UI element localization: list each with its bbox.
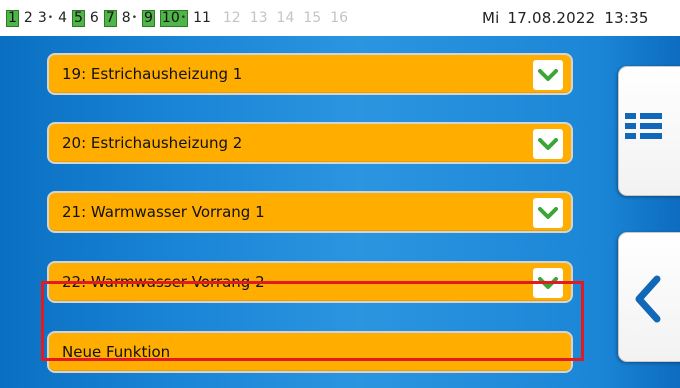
status-bar: 1 2 3 4 5 6 7 8 9 10 11 12 13 14 15 16 M… [0, 0, 680, 36]
indicator-5: 5 [72, 9, 85, 27]
weekday: Mi [482, 9, 500, 27]
chevron-down-icon[interactable] [533, 198, 563, 228]
indicator-1: 1 [6, 9, 19, 27]
function-item-20[interactable]: 20: Estrichausheizung 2 [47, 122, 573, 164]
function-item-label: 21: Warmwasser Vorrang 1 [62, 203, 265, 221]
indicator-9: 9 [142, 9, 155, 27]
function-item-19[interactable]: 19: Estrichausheizung 1 [47, 53, 573, 95]
date-time: Mi 17.08.2022 13:35 [482, 0, 649, 36]
indicator-14: 14 [276, 10, 295, 26]
indicator-10: 10 [159, 9, 189, 27]
selection-highlight [41, 281, 584, 361]
output-indicators: 1 2 3 4 5 6 7 8 9 10 11 12 13 14 15 16 [6, 0, 357, 36]
list-view-button[interactable] [618, 66, 680, 196]
indicator-13: 13 [249, 10, 268, 26]
date: 17.08.2022 [507, 9, 596, 27]
indicator-3: 3 [38, 11, 53, 25]
time: 13:35 [604, 9, 649, 27]
indicator-12: 12 [222, 10, 241, 26]
function-item-label: 19: Estrichausheizung 1 [62, 65, 243, 83]
indicator-7: 7 [103, 9, 117, 27]
chevron-down-icon[interactable] [533, 60, 563, 90]
chevron-down-icon[interactable] [533, 129, 563, 159]
indicator-8: 8 [122, 11, 137, 25]
function-item-label: 20: Estrichausheizung 2 [62, 134, 243, 152]
indicator-16: 16 [330, 10, 349, 26]
indicator-11: 11 [193, 10, 211, 26]
indicator-6: 6 [89, 10, 99, 26]
indicator-15: 15 [303, 10, 322, 26]
indicator-4: 4 [58, 10, 67, 26]
back-button[interactable] [618, 232, 680, 362]
list-view-icon [625, 113, 671, 151]
indicator-2: 2 [23, 10, 33, 26]
chevron-left-icon [633, 275, 663, 327]
function-item-21[interactable]: 21: Warmwasser Vorrang 1 [47, 191, 573, 233]
